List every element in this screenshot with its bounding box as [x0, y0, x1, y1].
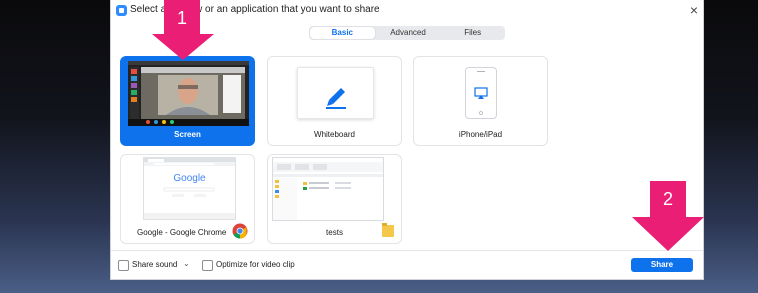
share-tabs: Basic Advanced Files: [309, 26, 505, 40]
optimize-video-checkbox[interactable]: [202, 260, 213, 271]
tile-iphone-label: iPhone/iPad: [458, 130, 503, 139]
chevron-down-icon[interactable]: ⌄: [183, 259, 190, 268]
annotation-badge-2: 2: [650, 181, 686, 217]
google-logo: Google: [173, 173, 206, 184]
share-sound-checkbox[interactable]: [118, 260, 129, 271]
tab-files[interactable]: Files: [440, 26, 505, 40]
tile-screen[interactable]: Screen: [120, 56, 255, 146]
tile-whiteboard-label: Whiteboard: [314, 130, 355, 139]
share-sound-label: Share sound: [132, 260, 178, 269]
share-button[interactable]: Share: [631, 258, 693, 272]
explorer-preview-image: [273, 158, 383, 220]
tile-screen-label: Screen: [174, 130, 201, 139]
annotation-arrow-down-2: [632, 217, 704, 251]
screen-preview-image: [128, 61, 249, 126]
tile-tests-folder[interactable]: tests: [267, 154, 402, 244]
close-icon[interactable]: ×: [690, 2, 698, 18]
screen-thumbnail: [128, 61, 249, 126]
pencil-icon: [326, 88, 346, 109]
tile-iphone-ipad[interactable]: iPhone/iPad: [413, 56, 548, 146]
tab-advanced[interactable]: Advanced: [376, 26, 441, 40]
annotation-arrow-down-1: [152, 34, 214, 60]
optimize-video-label: Optimize for video clip: [216, 260, 295, 269]
phone-thumbnail: [465, 67, 497, 119]
tile-whiteboard[interactable]: Whiteboard: [267, 56, 402, 146]
chrome-preview-image: [144, 158, 235, 219]
share-options-bar: Share sound ⌄ Optimize for video clip Sh…: [111, 250, 703, 280]
annotation-badge-1: 1: [164, 0, 200, 36]
folder-icon: [382, 223, 394, 237]
tab-basic[interactable]: Basic: [310, 27, 375, 39]
chrome-icon: [232, 223, 248, 239]
explorer-thumbnail: [272, 157, 384, 221]
chrome-thumbnail: Google: [143, 157, 236, 220]
whiteboard-thumbnail: [297, 67, 374, 119]
tile-google-chrome[interactable]: Google Google - Google Chrome: [120, 154, 255, 244]
airplay-icon: [474, 71, 488, 115]
zoom-app-icon: [116, 5, 127, 16]
